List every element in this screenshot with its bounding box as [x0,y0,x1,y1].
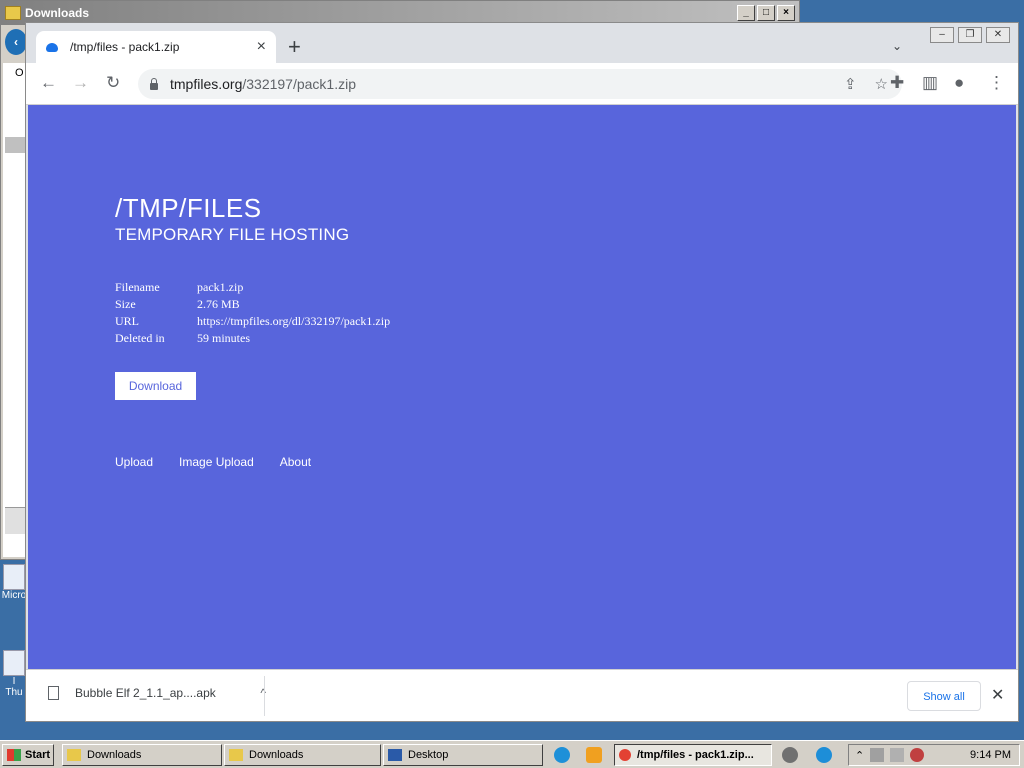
browser-restore-button[interactable]: ❐ [958,27,982,43]
url-path: /332197/pack1.zip [242,76,356,92]
file-icon [48,686,59,700]
web-page: /TMP/FILES TEMPORARY FILE HOSTING Filena… [28,105,1016,669]
cloud-upload-icon [46,42,58,52]
close-icon[interactable]: ✕ [991,685,1004,705]
download-bar: Bubble Elf 2_1.1_ap....apk ^ Show all ✕ [26,669,1018,721]
tab-title: /tmp/files - pack1.zip [70,40,180,54]
file-info-key: URL [115,314,139,328]
file-info-key: Size [115,297,136,311]
application-icon [3,650,25,676]
internet-explorer-icon[interactable] [554,747,570,763]
background-menu-letter: O [15,67,24,79]
chrome-icon [619,749,631,761]
background-window-content [3,27,27,557]
taskbar-button-downloads-2[interactable]: Downloads [224,744,381,766]
browser-close-button[interactable]: ✕ [986,27,1010,43]
site-subtitle: TEMPORARY FILE HOSTING [115,225,350,244]
back-arrow-icon[interactable]: ← [40,73,57,93]
folder-icon [67,749,81,761]
show-all-button[interactable]: Show all [907,681,981,711]
url-host: tmpfiles.org [170,76,243,92]
desktop-icon-micro[interactable]: Micro [0,564,28,601]
taskbar-button-desktop[interactable]: Desktop [383,744,543,766]
back-arrow-icon[interactable]: ‹ [5,29,27,55]
browser-window: /tmp/files - pack1.zip × + ⌄ – ❐ ✕ ← → ↻… [25,22,1019,722]
taskbar-button-label: Downloads [249,749,304,761]
side-panel-icon[interactable]: ▥ [922,73,938,93]
taskbar-button-label: Downloads [87,749,142,761]
minimize-button[interactable]: _ [737,5,755,21]
share-icon[interactable]: ⇪ [844,75,857,93]
reload-icon[interactable]: ↻ [106,73,120,93]
file-info-table: Filename pack1.zip Size 2.76 MB URL http… [115,280,390,348]
file-info-value: 2.76 MB [197,297,240,311]
desktop-icon-thu[interactable]: I Thu [0,650,28,698]
media-player-icon[interactable] [586,747,602,763]
browser-toolbar: ← → ↻ tmpfiles.org/332197/pack1.zip ⇪ ☆ … [26,63,1018,105]
taskbar-button-chrome[interactable]: /tmp/files - pack1.zip... [614,744,772,766]
raccoon-app-icon[interactable] [782,747,798,763]
file-info-row: Deleted in 59 minutes [115,331,390,348]
menu-kebab-icon[interactable]: ⋮ [988,73,1005,93]
download-item[interactable]: Bubble Elf 2_1.1_ap....apk ^ [48,686,266,700]
lock-icon[interactable] [150,77,158,90]
desktop-icon-label: Micro [1,590,27,601]
address-bar[interactable]: tmpfiles.org/332197/pack1.zip ⇪ ☆ [138,69,902,99]
taskbar-button-label: Desktop [408,749,449,761]
taskbar-button-downloads[interactable]: Downloads [62,744,222,766]
desktop-icon [388,749,402,761]
background-window-title: Downloads [25,6,90,20]
windows-flag-icon [7,749,21,761]
desktop-icon-label: I Thu [5,676,23,698]
nav-link-upload[interactable]: Upload [115,455,153,469]
tab-active[interactable]: /tmp/files - pack1.zip × [36,31,276,63]
folder-icon [229,749,243,761]
file-info-value: pack1.zip [197,280,244,294]
tray-expand-icon[interactable]: ⌃ [855,749,864,762]
nav-link-about[interactable]: About [280,455,311,469]
file-info-key: Filename [115,280,160,294]
bookmark-star-icon[interactable]: ☆ [875,75,888,93]
file-info-row: Size 2.76 MB [115,297,390,314]
divider [264,676,265,716]
footer-nav: Upload Image Upload About [115,455,311,469]
taskbar-button-label: /tmp/files - pack1.zip... [637,749,754,761]
edge-icon[interactable] [816,747,832,763]
taskbar: Start Downloads Downloads Desktop /tmp/f… [0,740,1024,768]
nav-link-image-upload[interactable]: Image Upload [179,455,254,469]
file-info-row: Filename pack1.zip [115,280,390,297]
network-icon[interactable] [890,748,905,762]
browser-minimize-button[interactable]: – [930,27,954,43]
file-url-link[interactable]: https://tmpfiles.org/dl/332197/pack1.zip [197,314,390,331]
start-button[interactable]: Start [2,744,54,766]
tab-close-icon[interactable]: × [257,38,266,56]
new-tab-button[interactable]: + [288,36,301,58]
maximize-button[interactable]: □ [757,5,775,21]
profile-avatar-icon[interactable]: ● [954,73,964,93]
folder-icon [5,6,21,20]
file-info-row: URL https://tmpfiles.org/dl/332197/pack1… [115,314,390,331]
tab-search-chevron-icon[interactable]: ⌄ [892,39,902,53]
download-button[interactable]: Download [115,372,196,400]
start-label: Start [25,749,51,761]
forward-arrow-icon[interactable]: → [72,73,89,93]
network-icon[interactable] [870,748,885,762]
extensions-puzzle-icon[interactable]: ✚ [890,73,904,93]
close-button[interactable]: × [777,5,795,21]
file-info-key: Deleted in [115,331,165,345]
tab-strip: /tmp/files - pack1.zip × + ⌄ – ❐ ✕ [26,23,1018,63]
volume-muted-icon[interactable] [910,748,925,762]
file-info-value: 59 minutes [197,331,250,345]
application-icon [3,564,25,590]
background-selected-row [5,137,27,153]
system-tray: ⌃ 9:14 PM [848,744,1020,766]
download-filename: Bubble Elf 2_1.1_ap....apk [75,686,216,700]
site-title: /TMP/FILES [115,193,262,223]
clock[interactable]: 9:14 PM [970,749,1011,761]
background-status-strip [5,507,27,534]
